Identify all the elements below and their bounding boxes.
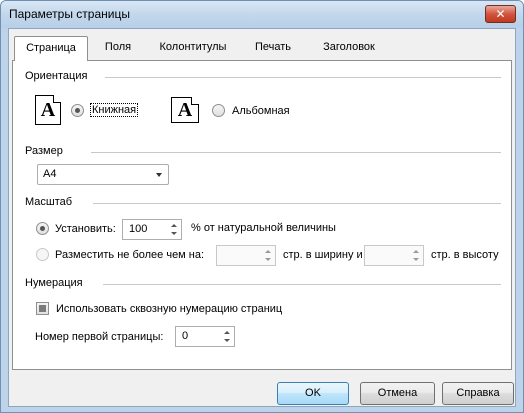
landscape-label[interactable]: Альбомная bbox=[232, 105, 290, 117]
fit-width-stepper[interactable] bbox=[216, 245, 276, 266]
tab-print[interactable]: Печать bbox=[242, 38, 304, 58]
size-section-label: Размер bbox=[25, 145, 63, 157]
page-setup-window: Параметры страницы ✕ Страница Поля Колон… bbox=[0, 0, 524, 413]
scale-set-label[interactable]: Установить: bbox=[55, 223, 116, 235]
tab-margins[interactable]: Поля bbox=[92, 38, 144, 58]
spin-up-icon[interactable] bbox=[413, 250, 419, 253]
size-divider bbox=[91, 152, 501, 153]
scale-divider bbox=[93, 203, 501, 204]
landscape-radio[interactable] bbox=[212, 104, 225, 117]
ok-button[interactable]: OK bbox=[277, 382, 349, 405]
continuous-numbering-checkbox[interactable] bbox=[36, 302, 49, 315]
fit-width-suffix: стр. в ширину и bbox=[283, 249, 363, 261]
spin-up-icon[interactable] bbox=[171, 224, 177, 227]
paper-size-select[interactable]: A4 bbox=[37, 164, 169, 185]
dialog-body: Страница Поля Колонтитулы Печать Заголов… bbox=[8, 28, 516, 407]
tab-title[interactable]: Заголовок bbox=[308, 38, 390, 58]
portrait-page-icon: A bbox=[35, 95, 61, 125]
spin-down-icon[interactable] bbox=[413, 258, 419, 261]
numbering-section-label: Нумерация bbox=[25, 277, 83, 289]
fit-height-stepper[interactable] bbox=[364, 245, 424, 266]
spin-down-icon[interactable] bbox=[224, 339, 230, 342]
scale-percent-value: 100 bbox=[129, 223, 148, 235]
spin-down-icon[interactable] bbox=[171, 232, 177, 235]
tab-header-footer[interactable]: Колонтитулы bbox=[148, 38, 238, 58]
window-title: Параметры страницы bbox=[9, 7, 130, 21]
orientation-divider bbox=[105, 77, 501, 78]
cancel-button[interactable]: Отмена bbox=[360, 382, 435, 405]
tab-page[interactable]: Страница bbox=[14, 36, 88, 61]
spin-down-icon[interactable] bbox=[265, 258, 271, 261]
scale-percent-stepper[interactable]: 100 bbox=[122, 219, 182, 240]
scale-set-radio[interactable] bbox=[36, 222, 49, 235]
orientation-section-label: Ориентация bbox=[25, 70, 88, 82]
scale-fit-radio[interactable] bbox=[36, 248, 49, 261]
continuous-numbering-label[interactable]: Использовать сквозную нумерацию страниц bbox=[56, 303, 282, 315]
paper-size-value: A4 bbox=[43, 168, 57, 180]
close-button[interactable]: ✕ bbox=[485, 5, 516, 23]
scale-fit-label[interactable]: Разместить не более чем на: bbox=[55, 249, 204, 261]
spin-up-icon[interactable] bbox=[265, 250, 271, 253]
help-button[interactable]: Справка bbox=[442, 382, 514, 405]
first-page-number-stepper[interactable]: 0 bbox=[175, 326, 235, 347]
scale-percent-suffix: % от натуральной величины bbox=[191, 222, 336, 234]
first-page-number-label: Номер первой страницы: bbox=[35, 331, 164, 343]
first-page-number-value: 0 bbox=[182, 330, 189, 342]
scale-section-label: Масштаб bbox=[25, 196, 73, 208]
title-bar: Параметры страницы ✕ bbox=[1, 1, 523, 28]
numbering-divider bbox=[103, 284, 501, 285]
portrait-radio[interactable] bbox=[71, 104, 84, 117]
chevron-down-icon bbox=[156, 173, 162, 177]
fit-height-suffix: стр. в высоту bbox=[431, 249, 499, 261]
page-tab-panel: Ориентация A Книжная A Альбомная Размер … bbox=[12, 60, 512, 370]
portrait-label[interactable]: Книжная bbox=[90, 103, 139, 117]
landscape-page-icon: A bbox=[171, 97, 199, 123]
spin-up-icon[interactable] bbox=[224, 331, 230, 334]
